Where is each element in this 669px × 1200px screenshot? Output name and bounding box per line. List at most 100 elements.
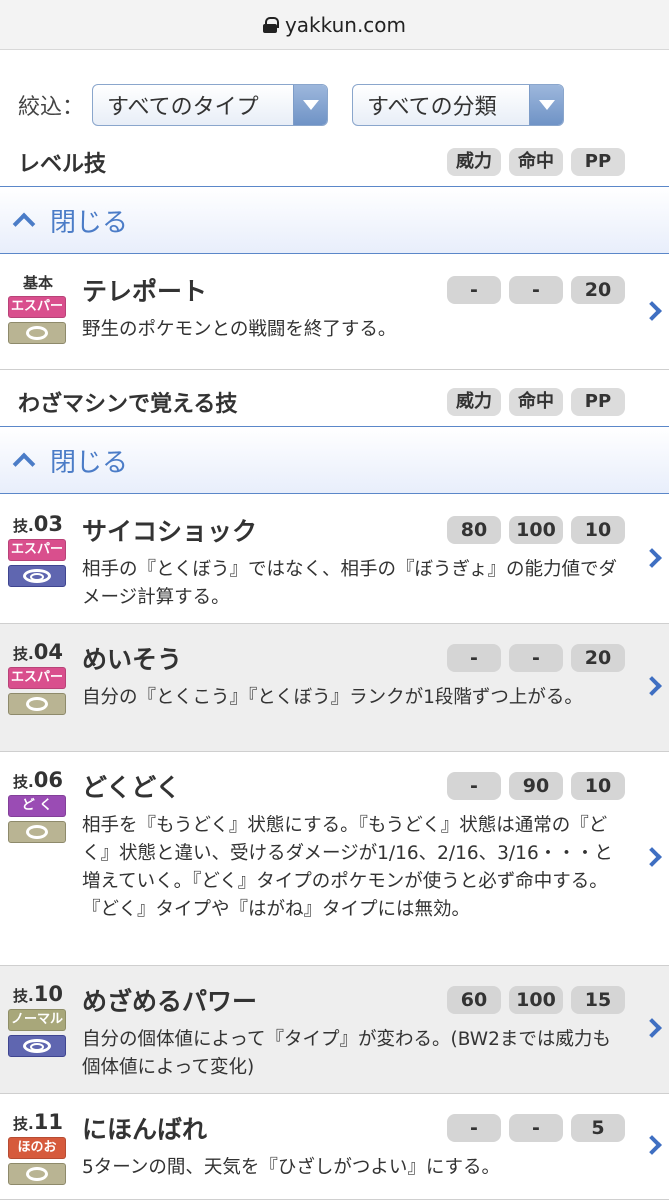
category-badge — [8, 1035, 66, 1057]
move-row[interactable]: 技.04 エスパー めいそう - -20 自分の『とくこう』『とくぼう』ランクが1段階ずつ… — [0, 624, 669, 752]
power-column-header: 威力 — [447, 388, 501, 416]
move-description: 自分の『とくこう』『とくぼう』ランクが1段階ずつ上がる。 — [82, 687, 583, 708]
move-row[interactable]: 技.06 ど くどくどく -90 10 相手を『もうどく』状態にする。『もうどく』状態は… — [0, 752, 669, 966]
type-badge: エスパー — [8, 667, 66, 689]
move-stats: - -20 — [447, 276, 625, 304]
move-name[interactable]: めざめるパワー — [82, 982, 257, 1018]
move-number: 04 — [33, 640, 63, 664]
move-name[interactable]: どくどく — [82, 768, 181, 804]
lock-icon — [262, 16, 279, 33]
move-row[interactable]: 技.10 ノーマル めざめるパワー 60 100 15 自分の個体値によって『タイプ』が変わ… — [0, 966, 669, 1094]
category-badge — [8, 821, 66, 843]
move-description: 相手を『もうどく』状態にする。『もうどく』状態は通常の『どく』状態と違い、受ける… — [82, 815, 613, 920]
special-icon — [23, 1039, 51, 1053]
move-meta: 技.11 ほのお — [8, 1110, 68, 1185]
move-name[interactable]: テレポート — [82, 272, 207, 308]
pp-column-header: PP — [571, 148, 625, 176]
tm-moves-header: わざマシンで覚える技 威力 命中 PP — [0, 380, 669, 424]
move-description: 自分の個体値によって『タイプ』が変わる。(BW2までは威力も個体値によって変化) — [82, 1029, 611, 1078]
accuracy-value: - — [509, 644, 563, 672]
type-select-arrow[interactable] — [293, 85, 328, 125]
accuracy-column-header: 命中 — [509, 148, 563, 176]
move-description: 野生のポケモンとの戦闘を終了する。 — [82, 319, 397, 340]
collapse-label: 閉じる — [50, 447, 129, 478]
type-select-value: すべてのタイプ — [107, 95, 259, 120]
move-stats: --5 — [447, 1114, 625, 1142]
special-icon — [23, 569, 51, 583]
chevron-right-icon[interactable] — [642, 1018, 662, 1038]
level-moves-collapse-button[interactable]: 閉じる — [0, 186, 669, 254]
pp-value: 10 — [571, 772, 625, 800]
power-value: - — [447, 276, 501, 304]
move-meta: 技.04 エスパー — [8, 640, 68, 715]
category-select[interactable]: すべての分類 — [352, 84, 565, 126]
move-number-label: 技.06 — [8, 768, 68, 792]
accuracy-value: 100 — [509, 986, 563, 1014]
column-headers: 威力 命中 PP — [447, 388, 625, 416]
level-moves-header: レベル技 威力 命中 PP — [0, 140, 669, 184]
status-icon — [26, 1167, 48, 1181]
move-name[interactable]: めいそう — [82, 640, 182, 676]
pp-value: 15 — [571, 986, 625, 1014]
move-description: 相手の『とくぼう』ではなく、相手の『ぼうぎょ』の能力値でダメージ計算する。 — [82, 559, 618, 608]
accuracy-value: - — [509, 1114, 563, 1142]
move-number-label: 技.11 — [8, 1110, 68, 1134]
move-number-prefix: 基本 — [22, 274, 53, 292]
category-badge — [8, 693, 66, 715]
type-select[interactable]: すべてのタイプ — [92, 84, 329, 126]
chevron-right-icon[interactable] — [642, 847, 662, 867]
column-headers: 威力 命中 PP — [447, 148, 625, 176]
power-value: - — [447, 772, 501, 800]
chevron-up-icon — [12, 212, 36, 236]
move-number-label: 技.03 — [8, 512, 68, 536]
chevron-down-icon — [538, 100, 555, 110]
move-number: 11 — [33, 1110, 63, 1134]
category-badge — [8, 1163, 66, 1185]
move-stats: 80 100 10 — [447, 516, 625, 544]
chevron-right-icon[interactable] — [642, 1135, 662, 1155]
move-row[interactable]: 基本 エスパー テレポート - -20 野生のポケモンとの戦闘を終了する。 — [0, 256, 669, 370]
move-number-label: 技.04 — [8, 640, 68, 664]
move-number: 10 — [33, 982, 63, 1006]
move-stats: 60 100 15 — [447, 986, 625, 1014]
move-number: 03 — [33, 512, 63, 536]
address-bar[interactable]: yakkun.com — [0, 0, 669, 50]
category-select-value: すべての分類 — [367, 95, 497, 120]
chevron-right-icon[interactable] — [642, 548, 662, 568]
move-row[interactable]: 技.03 エスパー サイコショック 80 100 10 相手の『とくぼう』ではなく、相手の『… — [0, 496, 669, 624]
move-row[interactable]: 技.11 ほのお にほんばれ - -5 5ターンの間、天気を『ひざしがつよい』にする。 — [0, 1094, 669, 1200]
move-description: 5ターンの間、天気を『ひざしがつよい』にする。 — [82, 1157, 501, 1178]
chevron-right-icon[interactable] — [642, 676, 662, 696]
type-badge: ほのお — [8, 1137, 66, 1159]
move-number-prefix: 技. — [13, 773, 34, 791]
status-icon — [26, 825, 48, 839]
move-number-prefix: 技. — [13, 1115, 34, 1133]
pp-value: 20 — [571, 644, 625, 672]
collapse-label: 閉じる — [50, 207, 129, 238]
accuracy-value: - — [509, 276, 563, 304]
category-select-arrow[interactable] — [529, 85, 564, 125]
chevron-right-icon[interactable] — [642, 301, 662, 321]
accuracy-value: 90 — [509, 772, 563, 800]
pp-value: 20 — [571, 276, 625, 304]
move-name[interactable]: サイコショック — [82, 512, 257, 548]
pp-value: 10 — [571, 516, 625, 544]
tm-moves-collapse-button[interactable]: 閉じる — [0, 426, 669, 494]
move-name[interactable]: にほんばれ — [82, 1110, 207, 1146]
status-icon — [26, 697, 48, 711]
pp-column-header: PP — [571, 388, 625, 416]
section-title: レベル技 — [18, 152, 107, 177]
move-number-prefix: 技. — [13, 645, 34, 663]
status-icon — [26, 326, 48, 340]
section-title: わざマシンで覚える技 — [18, 392, 238, 417]
power-value: - — [447, 644, 501, 672]
url-text: yakkun.com — [284, 12, 407, 37]
chevron-down-icon — [302, 100, 319, 110]
filter-row: 絞込： すべてのタイプ すべての分類 — [18, 84, 565, 126]
accuracy-value: 100 — [509, 516, 563, 544]
move-number-label: 基本 — [8, 272, 68, 293]
move-number-prefix: 技. — [13, 987, 34, 1005]
accuracy-column-header: 命中 — [509, 388, 563, 416]
move-stats: -90 10 — [447, 772, 625, 800]
chevron-up-icon — [12, 452, 36, 476]
